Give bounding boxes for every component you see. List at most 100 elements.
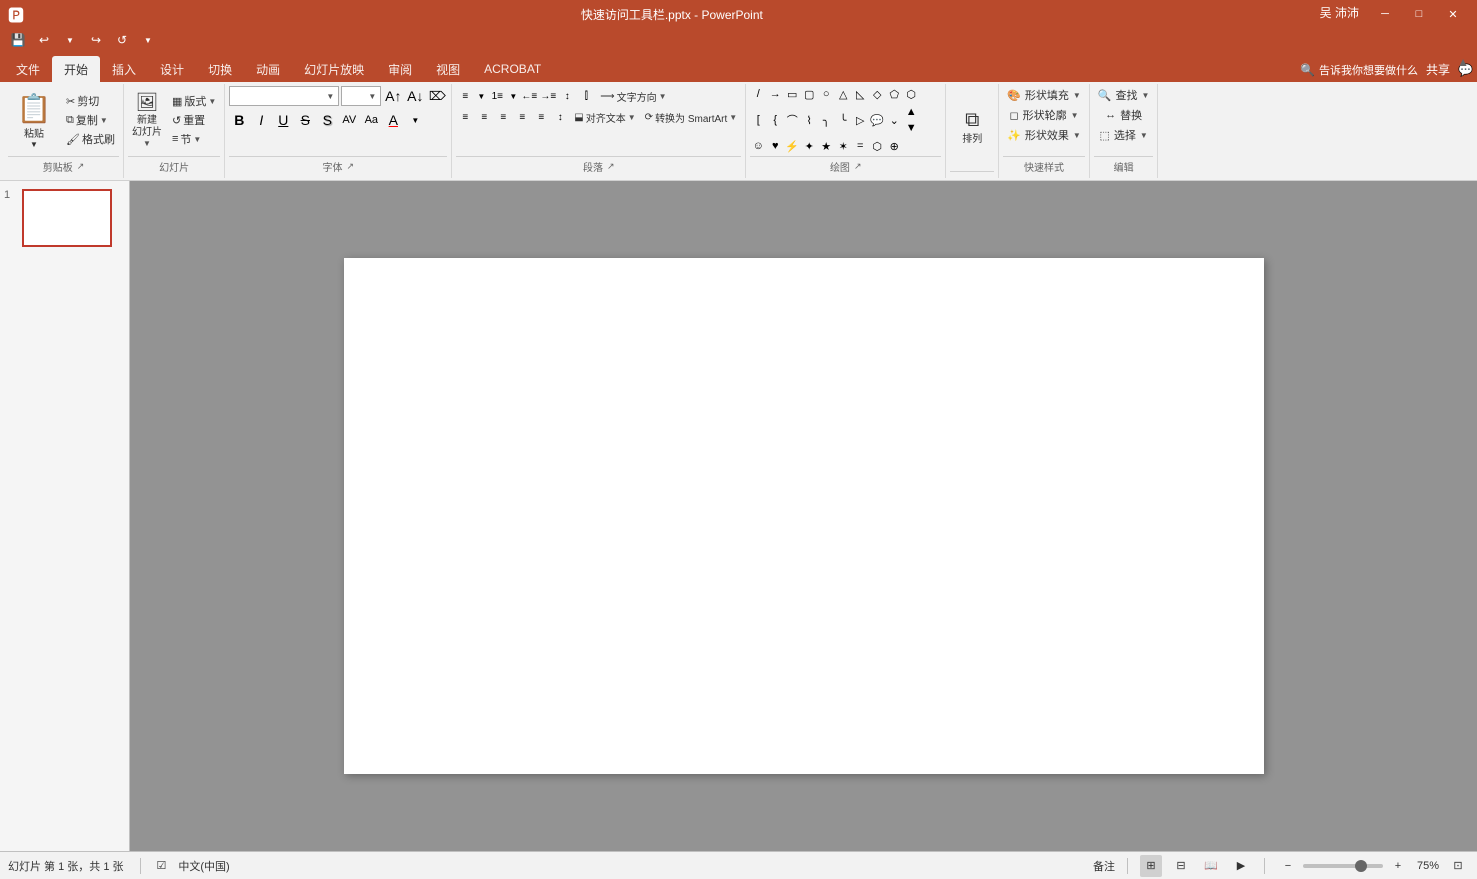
close-button[interactable]: ✕ (1437, 4, 1469, 24)
shape-fill-dropdown[interactable]: ▼ (1073, 91, 1081, 100)
search-dropdown[interactable]: ▼ (1142, 91, 1150, 100)
increase-font-button[interactable]: A↑ (383, 86, 403, 106)
align-left-button[interactable]: ≡ (456, 109, 474, 125)
slide-thumbnail-item[interactable]: 1 (4, 189, 125, 247)
shape-elbow-button[interactable]: ╰ (835, 112, 851, 128)
tab-slideshow[interactable]: 幻灯片放映 (292, 56, 376, 82)
tab-design[interactable]: 设计 (148, 56, 196, 82)
numbered-dropdown[interactable]: ▼ (507, 86, 519, 106)
collapse-ribbon-button[interactable]: ▲ (1457, 55, 1469, 69)
spell-check-icon[interactable]: ☑ (157, 859, 167, 872)
shape-bracket-button[interactable]: [ (750, 112, 766, 128)
font-family-select[interactable]: ▼ (229, 86, 339, 106)
reset-button[interactable]: ↺ 重置 (168, 111, 220, 129)
decrease-font-button[interactable]: A↓ (405, 86, 425, 106)
slide-thumbnail[interactable] (22, 189, 112, 247)
shape-effect-button[interactable]: ✨ 形状效果 ▼ (1003, 126, 1085, 144)
zoom-level[interactable]: 75% (1417, 860, 1439, 872)
shape-rounded-rect-button[interactable]: ▢ (801, 86, 817, 102)
bold-button[interactable]: B (229, 110, 249, 130)
minimize-button[interactable]: ─ (1369, 4, 1401, 24)
shape-star4-button[interactable]: ✦ (801, 138, 817, 154)
select-button[interactable]: ⬚ 选择 ▼ (1095, 126, 1151, 144)
tab-review[interactable]: 审阅 (376, 56, 424, 82)
clipboard-expand[interactable]: ↗ (77, 161, 85, 172)
align-text-dropdown[interactable]: ▼ (628, 113, 636, 122)
shape-hex-button[interactable]: ⬡ (903, 86, 919, 102)
paste-dropdown[interactable]: ▼ (30, 140, 38, 149)
text-direction-button[interactable]: ⟶ 文字方向 ▼ (596, 87, 670, 105)
layout-button[interactable]: ▦ 版式 ▼ (168, 92, 220, 110)
search-box[interactable]: 🔍 告诉我你想要做什么 (1300, 62, 1418, 78)
share-button[interactable]: 共享 (1426, 61, 1450, 78)
font-size-select[interactable]: ▼ (341, 86, 381, 106)
font-family-dropdown[interactable]: ▼ (326, 92, 334, 101)
redo-button[interactable]: ↪ (86, 30, 106, 50)
shape-rt-triangle-button[interactable]: ◺ (852, 86, 868, 102)
shape-eq-button[interactable]: = (852, 138, 868, 154)
convert-smartart-button[interactable]: ⟳ 转换为 SmartArt ▼ (641, 108, 742, 126)
paragraph-expand[interactable]: ↗ (607, 161, 615, 172)
zoom-out-button[interactable]: − (1277, 855, 1299, 877)
zoom-handle[interactable] (1355, 860, 1367, 872)
new-slide-button[interactable]: 🖼 新建幻灯片 ▼ (128, 91, 166, 149)
slide-sorter-button[interactable]: ⊟ (1170, 855, 1192, 877)
font-expand[interactable]: ↗ (347, 161, 355, 172)
shape-freeform-button[interactable]: ⌇ (801, 112, 817, 128)
shape-flow-button[interactable]: ⬡ (869, 138, 885, 154)
shape-ellipse-button[interactable]: ○ (818, 86, 834, 102)
decrease-indent-button[interactable]: ←≡ (520, 88, 538, 104)
section-button[interactable]: ≡ 节 ▼ (168, 130, 220, 148)
layout-dropdown[interactable]: ▼ (208, 97, 216, 106)
select-dropdown[interactable]: ▼ (1140, 131, 1148, 140)
format-painter-button[interactable]: 🖌 格式刷 (62, 130, 119, 148)
strikethrough-button[interactable]: S (295, 110, 315, 130)
underline-button[interactable]: U (273, 110, 293, 130)
shape-fill-button[interactable]: 🎨 形状填充 ▼ (1003, 86, 1085, 104)
qa-dropdown[interactable]: ▼ (138, 30, 158, 50)
shape-rect-button[interactable]: ▭ (784, 86, 800, 102)
convert-smartart-dropdown[interactable]: ▼ (729, 113, 737, 122)
char-spacing-button[interactable]: AV (339, 110, 359, 130)
shape-outline-button[interactable]: ◻ 形状轮廓 ▼ (1006, 106, 1083, 124)
text-case-button[interactable]: Aa (361, 110, 381, 130)
zoom-slider[interactable] (1303, 864, 1383, 868)
justify-button[interactable]: ≡ (513, 109, 531, 125)
undo-dropdown[interactable]: ▼ (60, 30, 80, 50)
tab-animations[interactable]: 动画 (244, 56, 292, 82)
shape-callout-button[interactable]: 💬 (869, 112, 885, 128)
shape-triangle-button[interactable]: △ (835, 86, 851, 102)
text-direction-dropdown[interactable]: ▼ (659, 92, 667, 101)
shape-brace-button[interactable]: { (767, 112, 783, 128)
right-align-button[interactable]: ≡ (532, 109, 550, 125)
tab-transitions[interactable]: 切换 (196, 56, 244, 82)
shape-scroll-up[interactable]: ▲ (903, 104, 919, 120)
shape-outline-dropdown[interactable]: ▼ (1071, 111, 1079, 120)
line-height-button[interactable]: ↕ (551, 109, 569, 125)
copy-button[interactable]: ⧉ 复制 ▼ (62, 111, 119, 129)
shape-diamond-button[interactable]: ◇ (869, 86, 885, 102)
new-slide-dropdown[interactable]: ▼ (143, 139, 151, 148)
cut-button[interactable]: ✂ 剪切 (62, 92, 119, 110)
shape-connector-button[interactable]: ╮ (818, 112, 834, 128)
align-text-button[interactable]: ⬓ 对齐文本 ▼ (570, 108, 639, 126)
line-spacing-button[interactable]: ↕ (558, 88, 576, 104)
paste-button[interactable]: 📋 粘贴 ▼ (8, 87, 60, 153)
shape-line-button[interactable]: / (750, 86, 766, 102)
shadow-button[interactable]: S (317, 110, 337, 130)
shape-extra-button[interactable]: ⊕ (886, 138, 902, 154)
shape-scroll-down[interactable]: ▼ (903, 120, 919, 136)
numbered-list-button[interactable]: 1≡ (488, 88, 506, 104)
bullet-list-button[interactable]: ≡ (456, 88, 474, 104)
shape-lightning-button[interactable]: ⚡ (784, 138, 800, 154)
replace-button[interactable]: ↔ 替换 (1101, 106, 1146, 124)
save-button[interactable]: 💾 (8, 30, 28, 50)
tab-file[interactable]: 文件 (4, 56, 52, 82)
repeat-button[interactable]: ↺ (112, 30, 132, 50)
tab-home[interactable]: 开始 (52, 56, 100, 82)
shape-block-arrow-button[interactable]: ▷ (852, 112, 868, 128)
tab-acrobat[interactable]: ACROBAT (472, 56, 553, 82)
shape-more-button[interactable]: ⌄ (886, 112, 902, 128)
search-button[interactable]: 🔍 查找 ▼ (1094, 86, 1154, 104)
shape-star6-button[interactable]: ✶ (835, 138, 851, 154)
